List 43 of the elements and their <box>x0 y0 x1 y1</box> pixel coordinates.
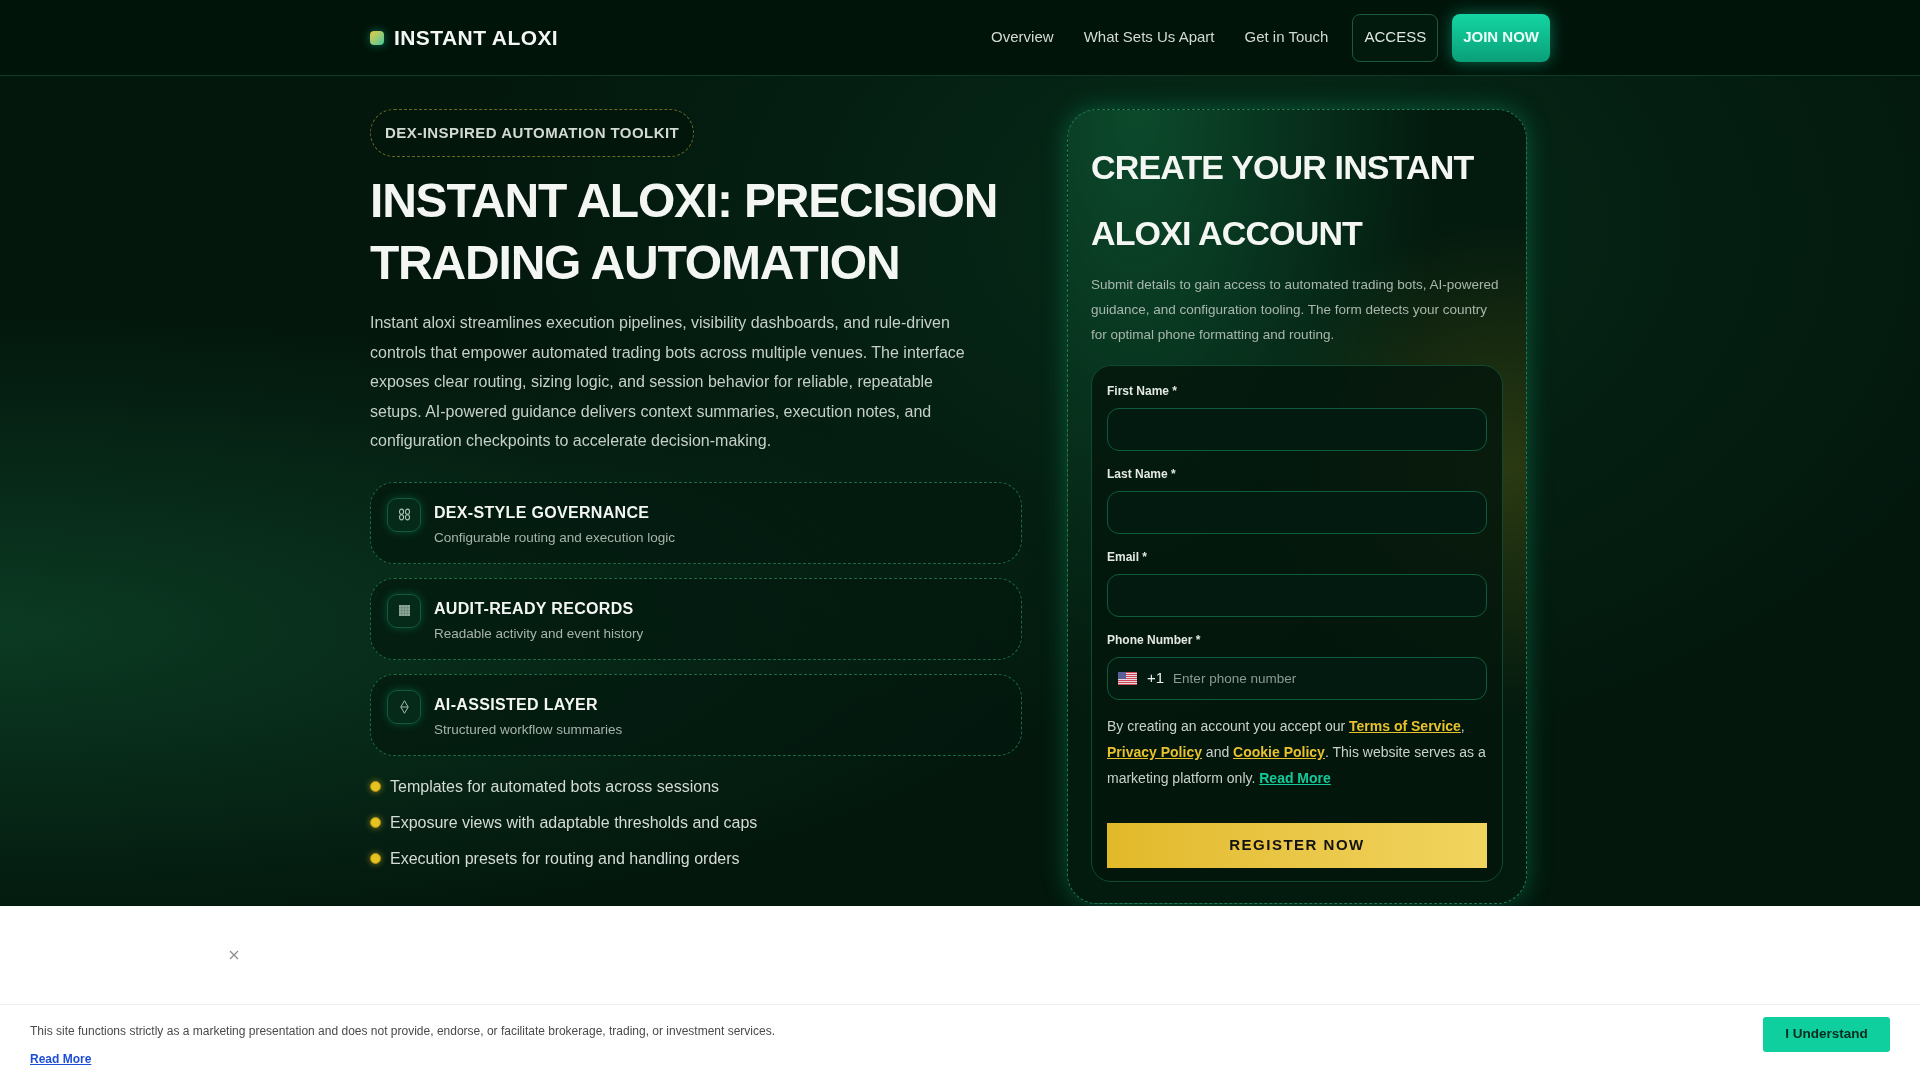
policy-link[interactable]: Privacy Policy <box>1107 744 1202 760</box>
read-more-link[interactable]: Read More <box>1259 770 1331 786</box>
feature-title: AUDIT-READY RECORDS <box>434 598 635 619</box>
close-icon[interactable] <box>229 950 239 960</box>
header-button[interactable]: ACCESS <box>1352 13 1439 62</box>
notice-text: This site functions strictly as a marketing presentation and does not provide, endorse, or facilitate brokerage, trading, or investment services. <box>30 1023 776 1039</box>
chain-link-icon <box>387 497 421 532</box>
hero-title: INSTANT ALOXI: PRECISION TRADING AUTOMATION <box>370 173 999 291</box>
nav-link[interactable]: Overview <box>991 26 1054 49</box>
policy-link[interactable]: Cookie Policy <box>1233 744 1325 760</box>
brand-name[interactable]: INSTANT ALOXI <box>394 21 559 54</box>
field-label: Phone Number * <box>1107 632 1202 648</box>
field-label: Last Name * <box>1107 466 1177 482</box>
policy-link[interactable]: Terms of Service <box>1349 718 1461 734</box>
consent-text: By creating an account you accept our Terms of Service, Privacy Policy and Cookie Policy. This website serves as a marketing platform only. Read More <box>1107 717 1487 788</box>
bullet-text: Templates for automated bots across sessions <box>390 776 720 797</box>
input-field[interactable] <box>1107 574 1487 617</box>
dial-code: +1 <box>1147 668 1165 689</box>
feature-subtitle: Readable activity and event history <box>434 624 644 643</box>
feature-title: AI-ASSISTED LAYER <box>434 694 599 715</box>
feature-title: DEX-STYLE GOVERNANCE <box>434 502 651 523</box>
phone-input[interactable]: Enter phone number <box>1173 663 1474 694</box>
signup-description: Submit details to gain access to automated trading bots, AI-powered guidance, and configuration tooling. The form detects your country for optimal phone formatting and routing. <box>1091 276 1500 344</box>
field-label: Email * <box>1107 549 1149 565</box>
feature-subtitle: Structured workflow summaries <box>434 720 623 739</box>
nav-link[interactable]: Get in Touch <box>1244 26 1329 49</box>
register-button[interactable]: REGISTER NOW <box>1107 823 1487 868</box>
logo-icon <box>370 30 384 45</box>
read-more-link[interactable]: Read More <box>30 1051 92 1067</box>
input-field[interactable] <box>1107 408 1487 451</box>
field-label: First Name * <box>1107 383 1179 399</box>
input-field[interactable] <box>1107 491 1487 534</box>
flag-icon <box>1117 672 1138 685</box>
bullet-text: Execution presets for routing and handling orders <box>390 848 740 869</box>
feature-subtitle: Configurable routing and execution logic <box>434 528 675 547</box>
understand-button[interactable]: I Understand <box>1763 1017 1890 1052</box>
nav-link[interactable]: What Sets Us Apart <box>1083 26 1215 49</box>
tagline-badge: DEX-INSPIRED AUTOMATION TOOLKIT <box>370 109 695 157</box>
hero-description: Instant aloxi streamlines execution pipelines, visibility dashboards, and rule-driven controls that empower automated trading bots across multiple venues. The interface exposes clear routing, sizing logic, and session behavior for reliable, repeatable setups. AI-powered guidance delivers context summaries, execution notes, and configuration checkpoints to accelerate decision-making. <box>370 313 966 451</box>
diamond-icon <box>387 689 421 724</box>
signup-title: CREATE YOUR INSTANT ALOXI ACCOUNT <box>1091 147 1475 254</box>
phone-field[interactable]: +1 Enter phone number <box>1107 657 1487 700</box>
bullet-text: Exposure views with adaptable thresholds and caps <box>390 812 758 833</box>
